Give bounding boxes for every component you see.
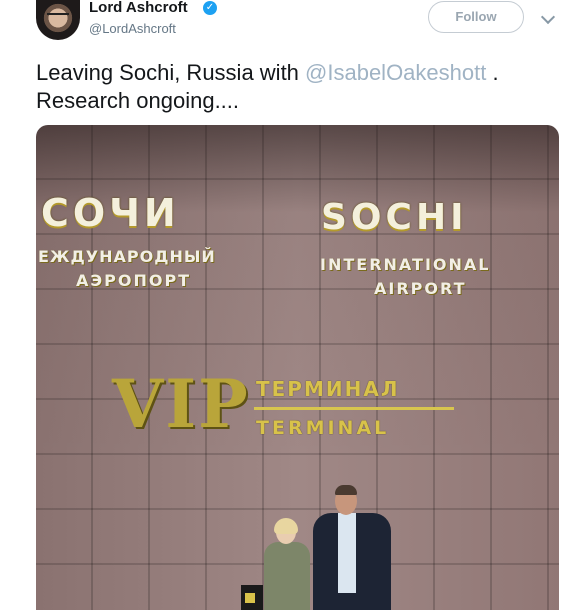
mention-link[interactable]: @IsabelOakeshott <box>305 60 486 85</box>
user-handle[interactable]: @LordAshcroft <box>89 21 176 36</box>
sign-international-cyrillic: ЕЖДУНАРОДНЫЙ <box>38 247 216 266</box>
woman-coat <box>264 542 310 610</box>
luggage-tag <box>245 593 255 603</box>
sign-vip: VIP <box>112 365 250 443</box>
display-name[interactable]: Lord Ashcroft <box>89 0 188 16</box>
verified-badge-icon: ✓ <box>203 1 217 15</box>
person-woman <box>258 518 316 610</box>
tweet-card: Lord Ashcroft ✓ @LordAshcroft Follow Lea… <box>0 0 574 610</box>
sign-sochi-latin: SOCHI <box>321 197 468 238</box>
sign-international-latin: INTERNATIONAL <box>320 255 491 274</box>
sign-terminal-latin: TERMINAL <box>256 417 390 439</box>
tweet-text-before: Leaving Sochi, Russia with <box>36 60 306 85</box>
woman-hair <box>274 518 298 534</box>
man-hair <box>335 485 357 495</box>
sign-terminal-cyrillic: ТЕРМИНАЛ <box>256 377 400 401</box>
sign-divider <box>254 407 454 410</box>
person-man <box>313 485 393 610</box>
follow-button[interactable]: Follow <box>428 1 524 33</box>
sign-sochi-cyrillic: СОЧИ <box>41 191 180 235</box>
sign-airport-cyrillic: АЭРОПОРТ <box>76 271 192 290</box>
tweet-photo[interactable]: СОЧИ ЕЖДУНАРОДНЫЙ АЭРОПОРТ SOCHI INTERNA… <box>36 125 559 610</box>
avatar[interactable] <box>36 0 80 40</box>
avatar-glasses <box>47 13 69 21</box>
tweet-text: Leaving Sochi, Russia with @IsabelOakesh… <box>36 59 556 115</box>
sign-airport-latin: AIRPORT <box>374 279 467 298</box>
chevron-down-icon[interactable] <box>540 9 556 25</box>
man-shirt <box>338 513 356 593</box>
